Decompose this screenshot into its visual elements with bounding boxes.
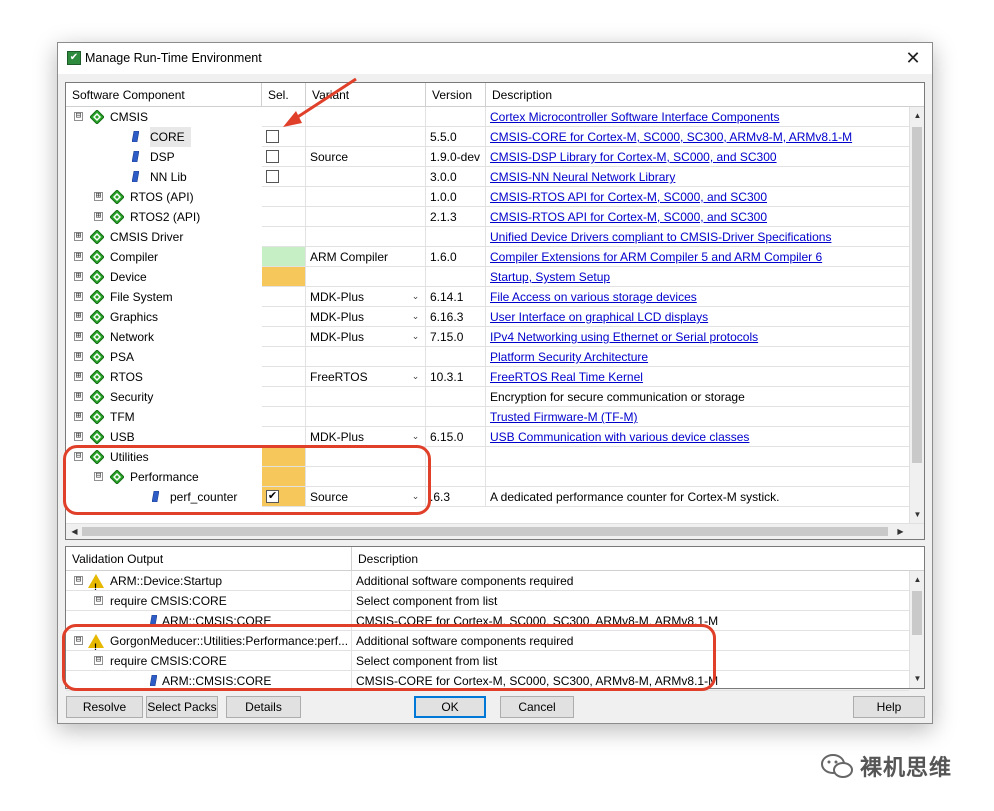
red-arrow-head xyxy=(283,111,302,127)
watermark-text: 裸机思维 xyxy=(860,756,953,781)
annotation-overlay xyxy=(283,77,357,127)
red-arrow-line xyxy=(292,77,357,122)
wechat-icon xyxy=(821,754,853,778)
